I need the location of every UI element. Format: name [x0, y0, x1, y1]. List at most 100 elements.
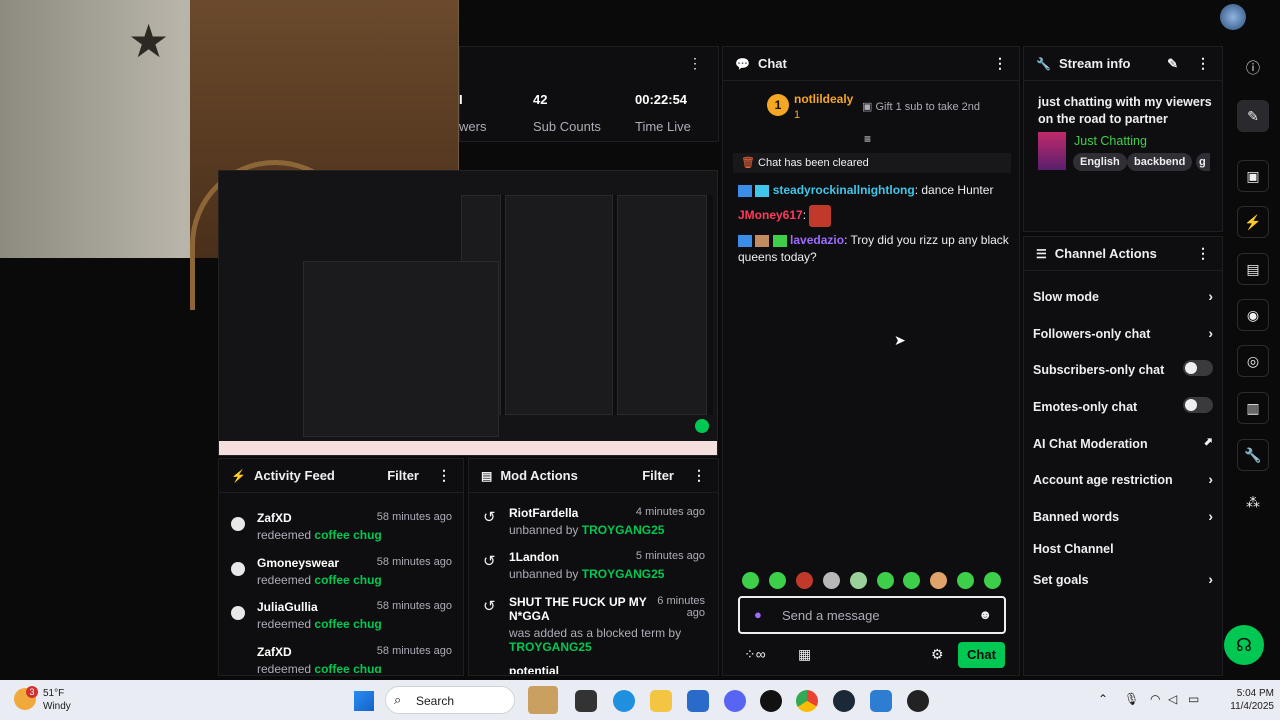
chat-username[interactable]: lavedazio: [790, 233, 844, 247]
list-item: ZafXD 58 minutes ago redeemed coffee chug: [231, 511, 452, 542]
discord-icon[interactable]: [724, 690, 746, 712]
undo-icon[interactable]: ↺: [483, 552, 496, 570]
emote-button[interactable]: [903, 572, 920, 589]
document-icon[interactable]: ▤: [1237, 253, 1269, 285]
wrench-icon: 🔧: [1036, 56, 1051, 71]
capcut-icon[interactable]: [760, 690, 782, 712]
search-highlight-icon[interactable]: [528, 686, 558, 714]
emote-button[interactable]: [930, 572, 947, 589]
chevron-right-icon: ›: [1208, 571, 1213, 587]
gift-sub-button[interactable]: ▣ Gift 1 sub to take 2nd: [862, 100, 980, 113]
volume-icon[interactable]: ◁: [1168, 692, 1177, 706]
windows-start-icon[interactable]: [354, 691, 374, 711]
chat-input[interactable]: ● Send a message ☻: [738, 596, 1006, 634]
windows-taskbar: [0, 680, 1280, 720]
mouse-cursor-icon: ➤: [894, 332, 906, 348]
send-chat-button[interactable]: Chat: [958, 642, 1005, 668]
mod-actions-header: ▤ Mod Actions Filter ⋮: [469, 459, 718, 493]
action-host-channel[interactable]: Host Channel: [1033, 542, 1213, 556]
chat-icon[interactable]: ◉: [1237, 299, 1269, 331]
chat-cleared-text: Chat has been cleared: [758, 157, 869, 169]
chat-message: steadyrockinallnightlong: dance Hunter: [738, 182, 1010, 199]
mod-menu-icon[interactable]: ⋮: [692, 467, 706, 484]
notepad-icon[interactable]: [870, 690, 892, 712]
chevron-up-icon[interactable]: ⌃: [1098, 692, 1108, 706]
action-ai-chat-moderation[interactable]: AI Chat Moderation ⬈: [1033, 436, 1213, 451]
chat-menu-icon[interactable]: ⋮: [993, 55, 1007, 72]
expand-leaderboard-icon[interactable]: ≡: [864, 132, 871, 146]
emote-button[interactable]: [769, 572, 786, 589]
file-explorer-icon[interactable]: [650, 690, 672, 712]
list-item: ↺ SHUT THE FUCK UP MY N*GGA 6 minutes ago…: [483, 595, 705, 654]
camera-icon[interactable]: ▣: [1237, 160, 1269, 192]
steam-icon[interactable]: [833, 690, 855, 712]
channel-actions-menu-icon[interactable]: ⋮: [1196, 245, 1210, 262]
stream-info-menu-icon[interactable]: ⋮: [1196, 55, 1210, 72]
action-slow-mode[interactable]: Slow mode ›: [1033, 288, 1213, 304]
activity-menu-icon[interactable]: ⋮: [437, 467, 451, 484]
store-icon[interactable]: [687, 690, 709, 712]
emotes-only-toggle[interactable]: [1183, 397, 1213, 413]
emote-button[interactable]: [823, 572, 840, 589]
weather-desc: Windy: [43, 701, 71, 712]
tag-chip[interactable]: backbend: [1127, 153, 1193, 171]
stream-title-text: just chatting with my viewers on the roa…: [1038, 95, 1212, 126]
edge-icon[interactable]: [613, 690, 635, 712]
webcam-star-decoration: ★: [128, 15, 170, 67]
broadcast-icon[interactable]: ◎: [1237, 345, 1269, 377]
emote-button[interactable]: [984, 572, 1001, 589]
emote-button[interactable]: [742, 572, 759, 589]
clock-date[interactable]: 11/4/2025: [1219, 701, 1274, 712]
wrench-rail-icon[interactable]: 🔧: [1237, 439, 1269, 471]
clock-time[interactable]: 5:04 PM: [1224, 688, 1274, 699]
obs-icon[interactable]: [907, 690, 929, 712]
chrome-icon[interactable]: [796, 690, 818, 712]
stats-menu-icon[interactable]: ⋮: [688, 55, 702, 72]
undo-icon[interactable]: ↺: [483, 597, 496, 615]
chat-username[interactable]: steadyrockinallnightlong: [773, 183, 915, 197]
chat-title: Chat: [757, 56, 787, 71]
action-set-goals[interactable]: Set goals ›: [1033, 571, 1213, 587]
emote-button[interactable]: [850, 572, 867, 589]
edit-pencil-icon[interactable]: ✎: [1167, 56, 1178, 72]
mod-filter-button[interactable]: Filter: [642, 468, 674, 483]
settings-gear-icon[interactable]: ⚙: [931, 646, 944, 663]
chat-username[interactable]: JMoney617: [738, 208, 803, 222]
search-label: Search: [416, 694, 455, 708]
activity-filter-button[interactable]: Filter: [387, 468, 419, 483]
battery-icon[interactable]: ▭: [1188, 692, 1199, 706]
tag-chip[interactable]: g: [1196, 153, 1210, 171]
emote-button[interactable]: [957, 572, 974, 589]
lightning-icon[interactable]: ⚡: [1237, 206, 1269, 238]
extensions-icon[interactable]: ⁂: [1237, 486, 1269, 518]
task-view-icon[interactable]: [575, 690, 597, 712]
emote-button[interactable]: [877, 572, 894, 589]
avatar[interactable]: [1220, 4, 1246, 30]
subscribers-only-toggle[interactable]: [1183, 360, 1213, 376]
edit-icon[interactable]: ✎: [1237, 100, 1269, 132]
badge-icon: [738, 234, 752, 247]
help-headset-icon[interactable]: ☊: [1224, 625, 1264, 665]
emote-button[interactable]: [796, 572, 813, 589]
badge-icon: [755, 184, 770, 197]
list-item: potential: [509, 664, 559, 674]
chat-header: 💬 Chat ⋮: [723, 47, 1019, 81]
category-link[interactable]: Just Chatting: [1074, 134, 1147, 148]
wifi-icon[interactable]: ◠: [1150, 692, 1160, 706]
emoji-icon[interactable]: ☻: [978, 607, 992, 622]
taskbar-search[interactable]: ⌕ Search: [385, 686, 515, 714]
tag-chip[interactable]: English: [1073, 153, 1127, 171]
layout-icon[interactable]: ▥: [1237, 392, 1269, 424]
microphone-tray-icon[interactable]: 🎙: [1124, 692, 1139, 706]
emote-image: [809, 205, 832, 227]
action-followers-only[interactable]: Followers-only chat ›: [1033, 325, 1213, 341]
action-banned-words[interactable]: Banned words ›: [1033, 508, 1213, 524]
action-account-age[interactable]: Account age restriction ›: [1033, 471, 1213, 487]
leader-name[interactable]: notlildealy: [794, 92, 853, 106]
store-icon[interactable]: ▦: [798, 646, 811, 663]
points-icon[interactable]: ⁘∞: [744, 646, 766, 663]
info-icon[interactable]: ⓘ: [1237, 52, 1269, 84]
undo-icon[interactable]: ↺: [483, 508, 496, 526]
microphone-icon[interactable]: ●: [754, 607, 762, 622]
weather-temp: 51°F: [43, 688, 65, 699]
